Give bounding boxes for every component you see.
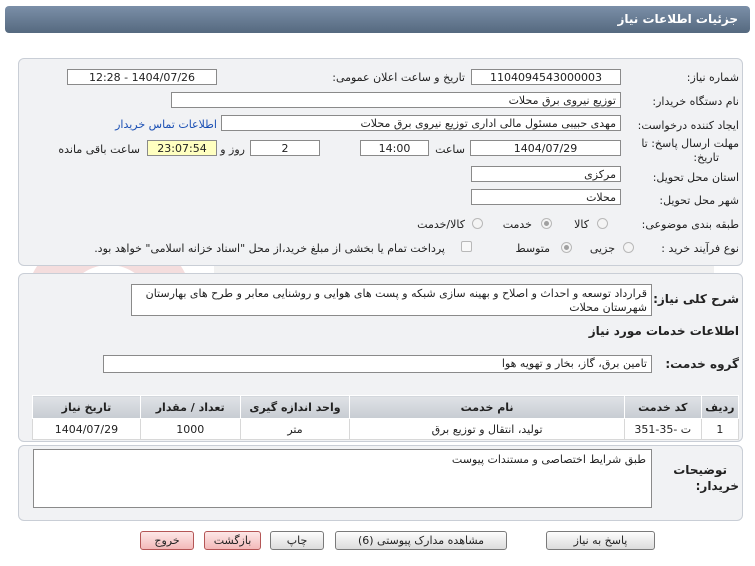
deadline-label-line1: مهلت ارسال پاسخ: تا [641,137,739,150]
category-radio-goods[interactable] [597,218,608,229]
need-number-field: 1104094543000003 [471,69,621,85]
process-option-medium: متوسط [515,242,550,255]
header-bar: جزئیات اطلاعات نیاز [5,6,750,33]
cell-unit: متر [239,418,351,440]
need-info-panel [18,58,743,266]
category-option-goods-service: کالا/خدمت [417,218,465,231]
city-field: محلات [471,189,621,205]
requester-label: ایجاد کننده درخواست: [637,119,739,132]
col-row: ردیف [700,395,740,419]
buyer-contact-link[interactable]: اطلاعات تماس خریدار [115,118,217,131]
category-option-goods: کالا [574,218,589,231]
category-label: طبقه بندی موضوعی: [641,218,739,231]
col-qty: تعداد / مقدار [139,395,241,419]
page-header: جزئیات اطلاعات نیاز [0,0,755,38]
deadline-time-field: 14:00 [360,140,429,156]
col-code: کد خدمت [623,395,702,419]
back-button[interactable]: بازگشت [204,531,261,550]
print-button[interactable]: چاپ [270,531,324,550]
table-row[interactable]: 1 ت -35-351 تولید، انتقال و توزیع برق مت… [32,418,740,440]
reply-button[interactable]: پاسخ به نیاز [546,531,655,550]
process-radio-medium[interactable] [561,242,572,253]
notes-textarea[interactable]: طبق شرایط اختصاصی و مستندات پیوست [33,449,652,508]
page-title: جزئیات اطلاعات نیاز [617,12,738,26]
deadline-label-line2: تاریخ: [693,151,719,164]
requester-field: مهدی حبیبی مسئول مالی اداری توزیع نیروی … [221,115,621,131]
province-label: استان محل تحویل: [652,171,739,184]
buyer-org-label: نام دستگاه خریدار: [652,95,739,108]
cell-name: تولید، انتقال و توزیع برق [349,418,625,440]
exit-button[interactable]: خروج [140,531,194,550]
deadline-time-label: ساعت [435,143,465,156]
category-radio-goods-service[interactable] [472,218,483,229]
cell-code: ت -35-351 [623,418,702,440]
announce-datetime-field: 1404/07/26 - 12:28 [67,69,217,85]
remaining-time-field: 23:07:54 [147,140,217,156]
summary-label: شرح کلی نیاز: [653,292,739,306]
days-label: روز و [220,143,245,156]
services-table: ردیف کد خدمت نام خدمت واحد اندازه گیری ت… [32,395,740,440]
category-radio-service[interactable] [541,218,552,229]
col-unit: واحد اندازه گیری [239,395,351,419]
cell-row: 1 [700,418,740,440]
services-section-title: اطلاعات خدمات مورد نیاز [588,324,739,338]
category-option-service: خدمت [502,218,532,231]
treasury-payment-note: پرداخت تمام یا بخشی از مبلغ خرید،از محل … [94,242,445,255]
table-header-row: ردیف کد خدمت نام خدمت واحد اندازه گیری ت… [32,395,740,419]
deadline-date-field: 1404/07/29 [470,140,621,156]
treasury-payment-checkbox[interactable] [461,241,472,252]
cell-qty: 1000 [139,418,241,440]
process-option-partial: جزیی [589,242,615,255]
notes-label-line2: خریدار: [695,479,739,493]
city-label: شهر محل تحویل: [659,194,739,207]
remaining-label: ساعت باقی مانده [58,143,140,156]
notes-label-line1: توضیحات [673,463,727,477]
process-label: نوع فرآیند خرید : [661,242,739,255]
summary-textarea[interactable]: قرارداد توسعه و احداث و اصلاح و بهینه سا… [131,284,652,316]
service-group-label: گروه خدمت: [665,357,739,371]
need-number-label: شماره نیاز: [686,71,739,84]
buyer-org-field: توزیع نیروی برق محلات [171,92,621,108]
service-group-field: تامین برق، گاز، بخار و تهویه هوا [103,355,652,373]
days-field: 2 [250,140,320,156]
announce-label: تاریخ و ساعت اعلان عمومی: [332,71,465,84]
col-name: نام خدمت [349,395,625,419]
cell-date: 1404/07/29 [32,418,141,440]
attachments-button[interactable]: مشاهده مدارک پیوستی (6) [335,531,507,550]
province-field: مرکزی [471,166,621,182]
process-radio-partial[interactable] [623,242,634,253]
col-date: تاریخ نیاز [32,395,141,419]
